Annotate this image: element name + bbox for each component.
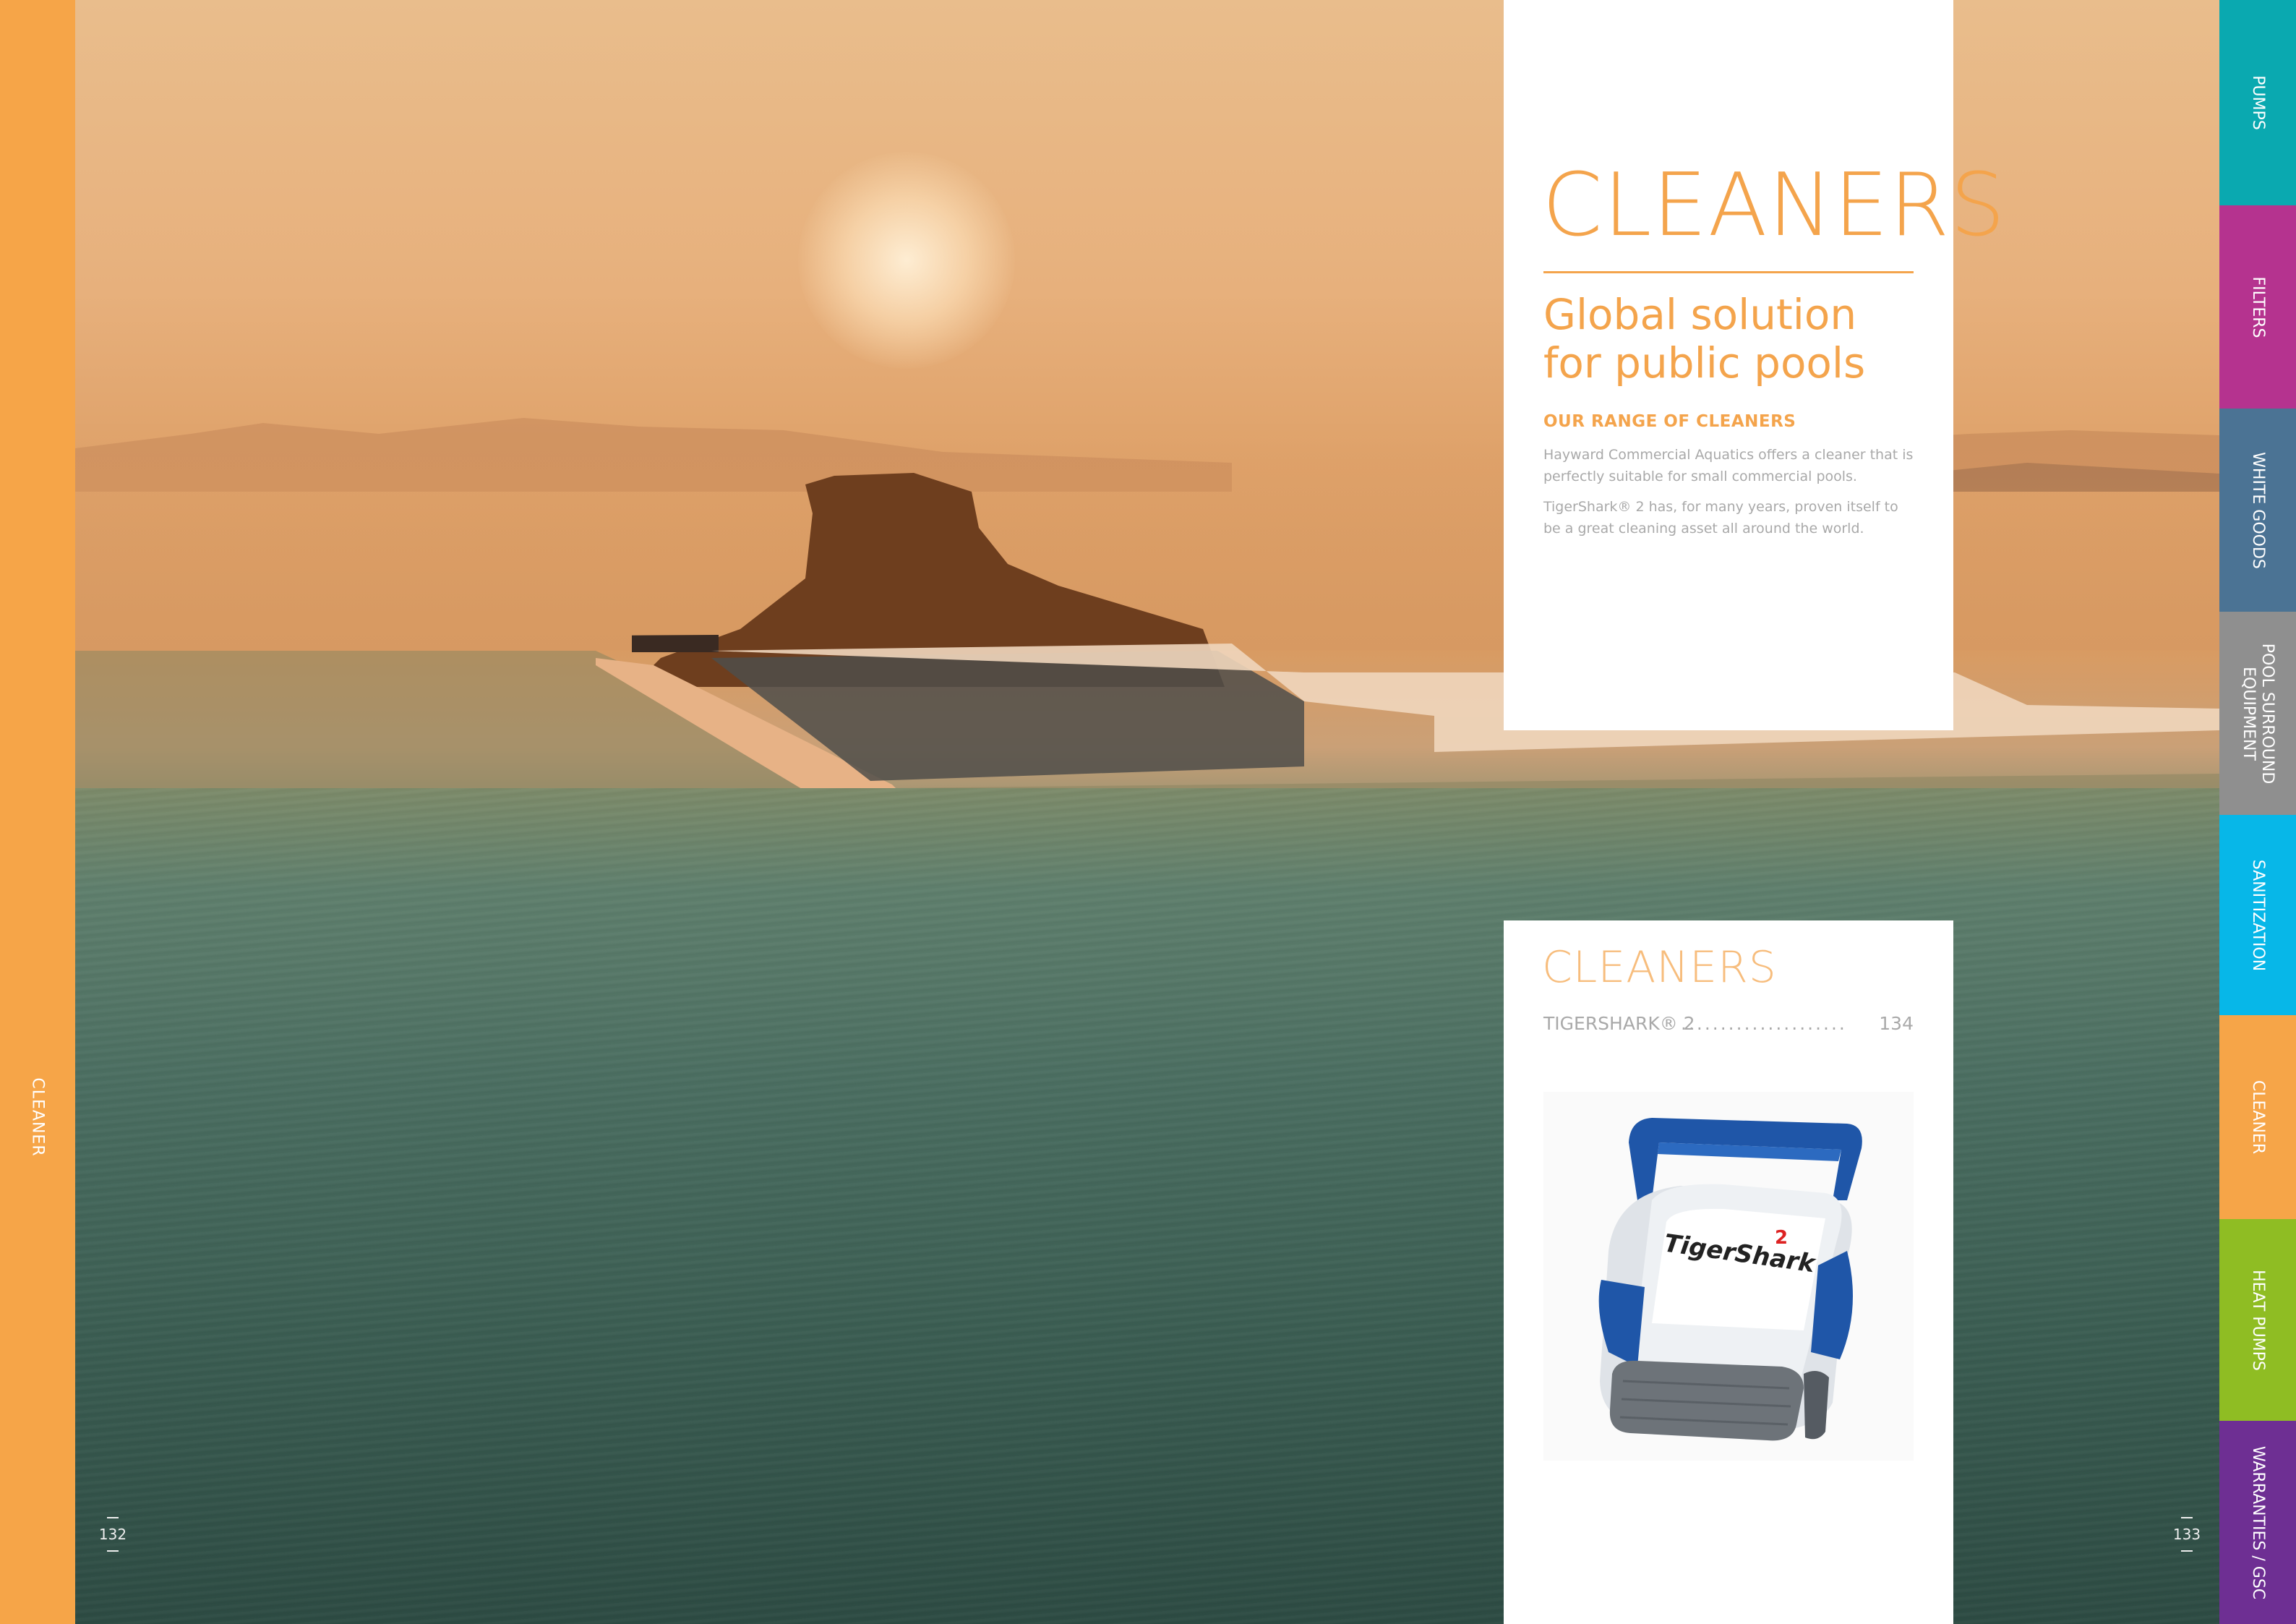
product-image: TigerShark 2 [1543, 1092, 1914, 1461]
tab-sanitization[interactable]: SANITIZATION [2219, 815, 2296, 1015]
index-title: CLEANERS [1542, 942, 1777, 993]
index-entry-name: TIGERSHARK® 2 [1543, 1013, 1695, 1034]
page-number-dash [107, 1550, 119, 1552]
index-entry[interactable]: TIGERSHARK® 2 ..................... 134 [1543, 1013, 1914, 1036]
intro-panel: CLEANERS Global solution for public pool… [1504, 0, 2005, 730]
section-tabs: PUMPS FILTERS WHITE GOODS POOL SURROUND … [2219, 0, 2296, 1624]
sun [798, 152, 1015, 369]
tab-filters[interactable]: FILTERS [2219, 205, 2296, 409]
tab-pumps-label: PUMPS [2249, 75, 2267, 130]
page-number-right: 133 [2172, 1517, 2201, 1552]
pool-cleaner-robot-image: TigerShark 2 [1598, 1118, 1862, 1441]
tab-pool-surround-equipment[interactable]: POOL SURROUND EQUIPMENT [2219, 612, 2296, 815]
subtitle-line-2: for public pools [1543, 338, 1866, 388]
tab-heat-pumps-label: HEAT PUMPS [2249, 1269, 2267, 1371]
title-divider [1543, 271, 1914, 273]
intro-paragraph-2: TigerShark® 2 has, for many years, prove… [1543, 499, 1898, 537]
left-section-label: CLEANER [28, 1077, 47, 1157]
subtitle-line-1: Global solution [1543, 290, 1857, 339]
tab-pool-surround-label: POOL SURROUND EQUIPMENT [2239, 643, 2276, 784]
page-number-left: 132 [98, 1517, 127, 1552]
tab-heat-pumps[interactable]: HEAT PUMPS [2219, 1219, 2296, 1421]
tab-pumps[interactable]: PUMPS [2219, 0, 2296, 205]
page-number-left-value: 132 [98, 1526, 127, 1543]
tab-pool-surround-line-1: POOL SURROUND [2258, 643, 2276, 784]
left-section-strip: CLEANER [0, 0, 75, 1624]
page-number-dash [107, 1517, 119, 1518]
index-entry-leader: ..................... [1681, 1013, 1847, 1034]
tab-cleaner-label: CLEANER [2249, 1080, 2267, 1155]
tab-pool-surround-line-2: EQUIPMENT [2240, 666, 2258, 761]
index-panel: CLEANERS TIGERSHARK® 2 .................… [1504, 920, 1953, 1624]
product-brand-superscript: 2 [1775, 1227, 1788, 1249]
page-number-right-value: 133 [2172, 1526, 2201, 1543]
tab-cleaner[interactable]: CLEANER [2219, 1015, 2296, 1219]
tab-warranties-gsc[interactable]: WARRANTIES / GSC [2219, 1421, 2296, 1624]
tab-white-goods-label: WHITE GOODS [2249, 451, 2267, 569]
page-number-dash [2181, 1517, 2193, 1518]
tab-white-goods[interactable]: WHITE GOODS [2219, 409, 2296, 612]
page-subtitle: Global solution for public pools [1543, 291, 1948, 388]
tab-warranties-label: WARRANTIES / GSC [2249, 1445, 2267, 1599]
tab-sanitization-label: SANITIZATION [2249, 859, 2267, 971]
section-heading: OUR RANGE OF CLEANERS [1543, 412, 1796, 431]
page-title: CLEANERS [1542, 155, 2006, 256]
tab-filters-label: FILTERS [2249, 276, 2267, 338]
intro-paragraph-1: Hayward Commercial Aquatics offers a cle… [1543, 447, 1914, 484]
index-entry-page: 134 [1879, 1013, 1914, 1034]
page-number-dash [2181, 1550, 2193, 1552]
